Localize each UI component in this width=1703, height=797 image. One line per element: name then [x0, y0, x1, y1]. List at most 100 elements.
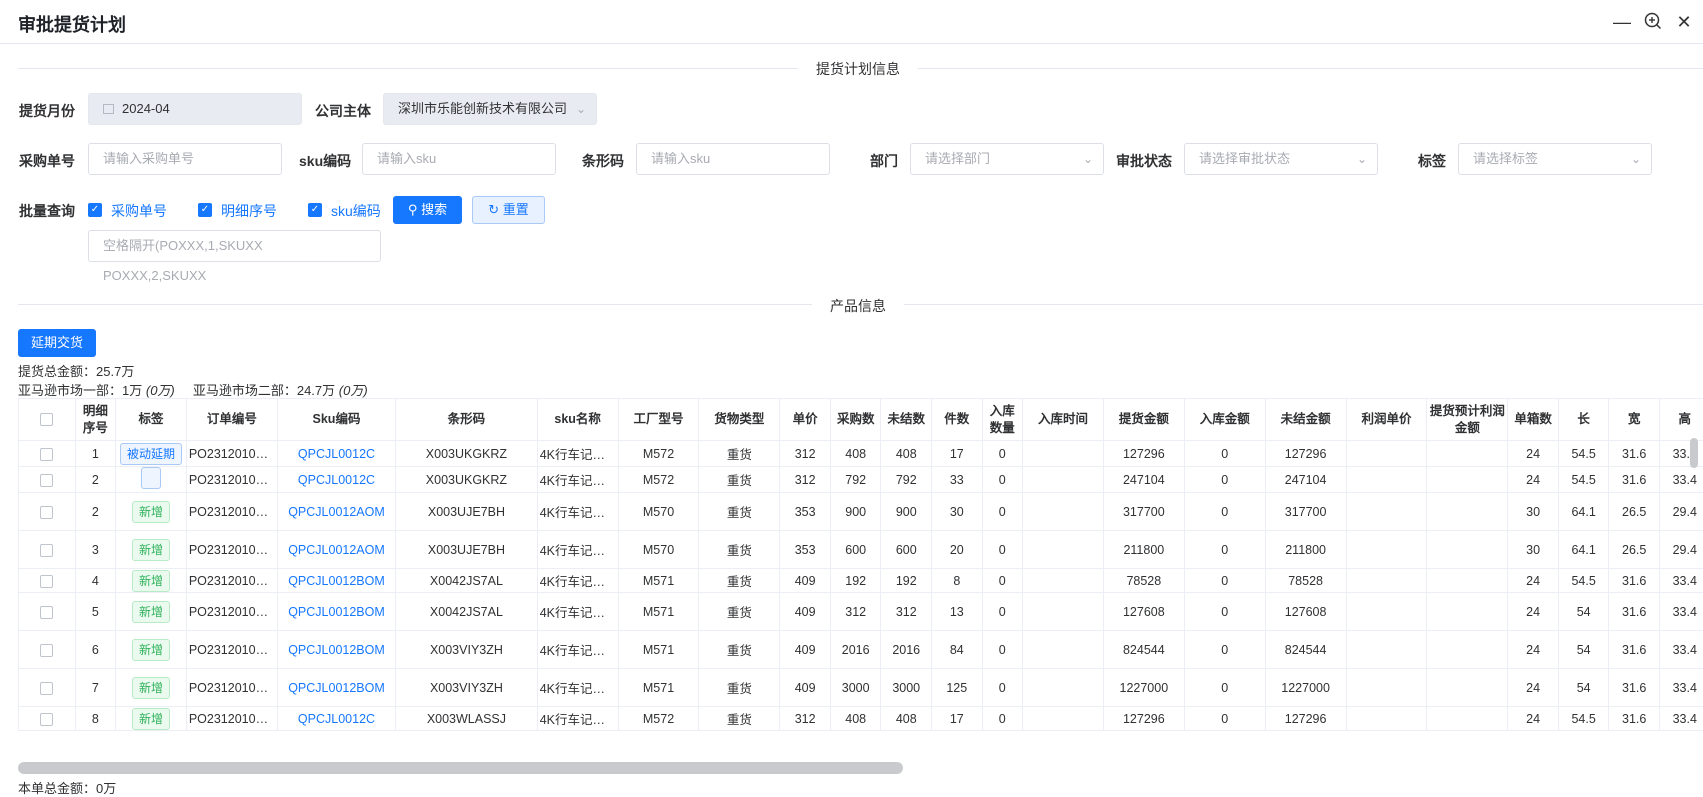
- row-checkbox-cell[interactable]: [19, 631, 76, 669]
- po-input[interactable]: 请输入采购单号: [88, 143, 282, 175]
- checkbox-sku-label[interactable]: sku编码: [331, 201, 381, 221]
- cell-w: 31.6: [1609, 569, 1660, 593]
- cell-profitamt: [1427, 569, 1508, 593]
- cell-h: 33.4: [1659, 707, 1703, 731]
- cell-pcs: 13: [932, 593, 983, 631]
- cell-sku[interactable]: QPCJL0012C: [277, 707, 395, 731]
- dept-select[interactable]: 请选择部门 ⌄: [910, 143, 1104, 175]
- cell-sku[interactable]: QPCJL0012BOM: [277, 669, 395, 707]
- row-checkbox[interactable]: [40, 644, 53, 657]
- row-checkbox-cell[interactable]: [19, 669, 76, 707]
- row-checkbox[interactable]: [40, 575, 53, 588]
- batch-label: 批量查询: [19, 201, 75, 221]
- cell-sku[interactable]: QPCJL0012BOM: [277, 569, 395, 593]
- cell-open: 408: [881, 707, 932, 731]
- maximize-icon[interactable]: [1643, 12, 1663, 32]
- cell-model: M572: [618, 441, 699, 467]
- search-button[interactable]: ⚲ 搜索: [393, 196, 462, 224]
- checkbox-po-label[interactable]: 采购单号: [111, 201, 167, 221]
- row-checkbox-cell[interactable]: [19, 441, 76, 467]
- cell-h: 33.4: [1659, 569, 1703, 593]
- table-row[interactable]: 2新增PO2312010003QPCJL0012AOMX003UJE7BH4K行…: [19, 493, 1703, 531]
- cell-name: 4K行车记录仪: [537, 467, 618, 493]
- batch-input[interactable]: 空格隔开(POXXX,1,SKUXX POXXX,2,SKUXX: [88, 230, 381, 262]
- row-checkbox-cell[interactable]: [19, 593, 76, 631]
- cell-box: 24: [1508, 593, 1559, 631]
- row-checkbox-cell[interactable]: [19, 531, 76, 569]
- select-all-header[interactable]: [19, 399, 76, 441]
- cell-name: 4K行车记录仪: [537, 707, 618, 731]
- cell-inqty: 0: [982, 531, 1022, 569]
- table-row[interactable]: 3新增PO2312010003QPCJL0012AOMX003UJE7BH4K行…: [19, 531, 1703, 569]
- table-row[interactable]: 6新增PO2312010003QPCJL0012BOMX003VIY3ZH4K行…: [19, 631, 1703, 669]
- cell-h: 29.4: [1659, 493, 1703, 531]
- company-label: 公司主体: [315, 101, 371, 121]
- table-row[interactable]: 1被动延期PO2312010001QPCJL0012CX003UKGKRZ4K行…: [19, 441, 1703, 467]
- minimize-icon[interactable]: —: [1612, 12, 1632, 32]
- close-icon[interactable]: ✕: [1674, 12, 1694, 32]
- row-checkbox[interactable]: [40, 474, 53, 487]
- row-checkbox[interactable]: [40, 448, 53, 461]
- row-checkbox-cell[interactable]: [19, 493, 76, 531]
- row-checkbox[interactable]: [40, 713, 53, 726]
- horizontal-scrollbar[interactable]: [18, 762, 903, 774]
- cell-sku[interactable]: QPCJL0012BOM: [277, 631, 395, 669]
- cell-profitamt: [1427, 707, 1508, 731]
- row-tag: 新增: [132, 601, 170, 623]
- cell-sku[interactable]: QPCJL0012AOM: [277, 493, 395, 531]
- cell-pcs: 17: [932, 441, 983, 467]
- cell-openamount: 824544: [1265, 631, 1346, 669]
- vertical-scrollbar[interactable]: [1690, 438, 1698, 468]
- cell-h: 33.4: [1659, 467, 1703, 493]
- tag-select[interactable]: 请选择标签 ⌄: [1458, 143, 1652, 175]
- cell-sku[interactable]: QPCJL0012BOM: [277, 593, 395, 631]
- cell-sku[interactable]: QPCJL0012AOM: [277, 531, 395, 569]
- cell-sku[interactable]: QPCJL0012C: [277, 467, 395, 493]
- cell-type: 重货: [699, 631, 780, 669]
- row-checkbox[interactable]: [40, 544, 53, 557]
- cell-order: PO2312010003: [186, 569, 277, 593]
- checkbox-detail-label[interactable]: 明细序号: [221, 201, 277, 221]
- row-checkbox[interactable]: [40, 606, 53, 619]
- cell-pcs: 30: [932, 493, 983, 531]
- cell-name: 4K行车记录仪: [537, 569, 618, 593]
- table-row[interactable]: 5新增PO2312010003QPCJL0012BOMX0042JS7AL4K行…: [19, 593, 1703, 631]
- barcode-input[interactable]: 请输入sku: [636, 143, 830, 175]
- cell-model: M572: [618, 467, 699, 493]
- cell-open: 3000: [881, 669, 932, 707]
- reset-button[interactable]: ↻ 重置: [472, 196, 545, 224]
- checkbox-po[interactable]: ✓: [88, 203, 102, 217]
- cell-qty: 3000: [830, 669, 881, 707]
- row-checkbox[interactable]: [40, 682, 53, 695]
- column-header: 订单编号: [186, 399, 277, 441]
- cell-box: 24: [1508, 569, 1559, 593]
- table-row[interactable]: 7新增PO2312010003QPCJL0012BOMX003VIY3ZH4K行…: [19, 669, 1703, 707]
- table-row[interactable]: 2PO2312010001QPCJL0012CX003UKGKRZ4K行车记录仪…: [19, 467, 1703, 493]
- table-row[interactable]: 8新增PO2312010003QPCJL0012CX003WLASSJ4K行车记…: [19, 707, 1703, 731]
- delay-delivery-button[interactable]: 延期交货: [18, 329, 96, 357]
- cell-open: 192: [881, 569, 932, 593]
- cell-tag: [116, 467, 187, 493]
- row-checkbox[interactable]: [40, 506, 53, 519]
- cell-price: 312: [780, 707, 831, 731]
- cell-intime: [1023, 707, 1104, 731]
- row-checkbox-cell[interactable]: [19, 707, 76, 731]
- select-all-checkbox[interactable]: [40, 413, 53, 426]
- cell-w: 31.6: [1609, 441, 1660, 467]
- row-checkbox-cell[interactable]: [19, 569, 76, 593]
- cell-price: 353: [780, 531, 831, 569]
- sku-input[interactable]: 请输入sku: [362, 143, 556, 175]
- cell-sku[interactable]: QPCJL0012C: [277, 441, 395, 467]
- table-row[interactable]: 4新增PO2312010003QPCJL0012BOMX0042JS7AL4K行…: [19, 569, 1703, 593]
- row-checkbox-cell[interactable]: [19, 467, 76, 493]
- cell-tag: 新增: [116, 593, 187, 631]
- cell-qty: 2016: [830, 631, 881, 669]
- summary-total: 提货总金额：25.7万: [18, 361, 134, 380]
- cell-inamount: 0: [1184, 593, 1265, 631]
- column-header: 明细序号: [75, 399, 115, 441]
- column-header: 入库数量: [982, 399, 1022, 441]
- status-select[interactable]: 请选择审批状态 ⌄: [1184, 143, 1378, 175]
- checkbox-sku[interactable]: ✓: [308, 203, 322, 217]
- checkbox-detail[interactable]: ✓: [198, 203, 212, 217]
- cell-seq: 2: [75, 467, 115, 493]
